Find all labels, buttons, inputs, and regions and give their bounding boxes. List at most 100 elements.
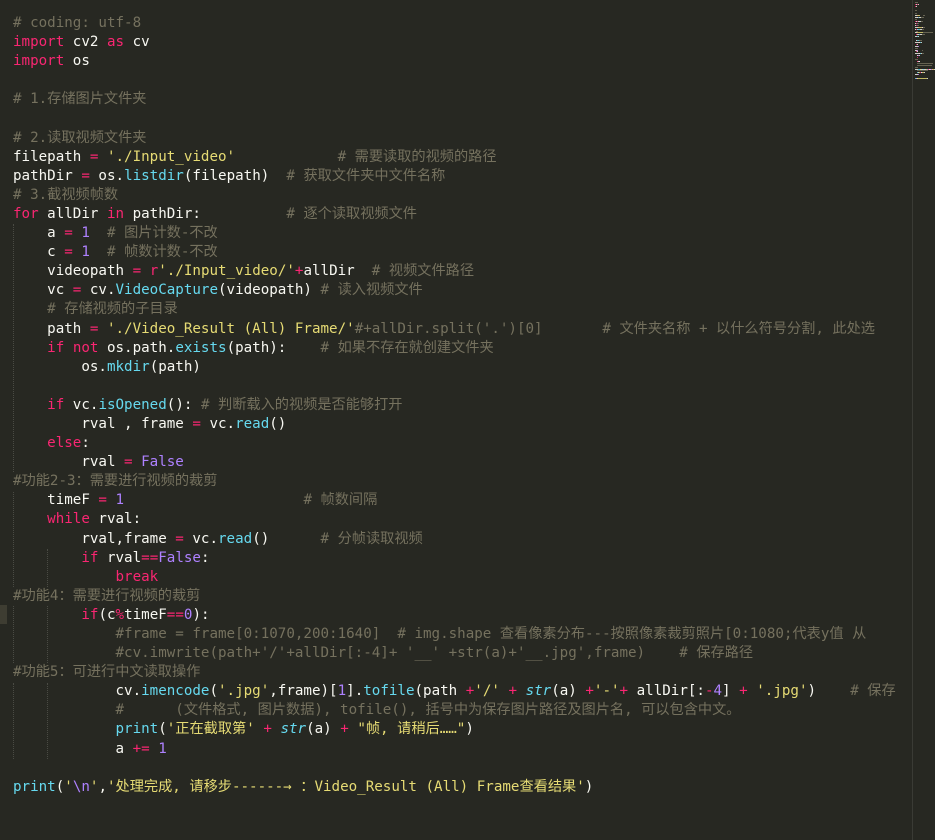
code-token: : [81,435,90,452]
code-token: allDir [303,263,372,280]
code-line[interactable]: else: [13,434,912,453]
code-line[interactable]: if rval==False: [13,549,912,568]
code-token: + [508,683,518,700]
minimap-token [915,30,918,32]
code-line[interactable]: rval,frame = vc.read() # 分帧读取视频 [13,530,912,549]
code-token: rval: [89,511,142,528]
code-area[interactable]: # coding: utf-8 import cv2 as cv import os… [13,14,912,797]
code-token: else [47,435,82,452]
code-token: + [619,683,629,700]
code-line[interactable]: if not os.path.exists(path): # 如果不存在就创建文… [13,339,912,358]
code-token: os.path. [98,339,176,356]
code-line[interactable]: # 1.存储图片文件夹 [13,90,912,109]
code-line[interactable]: #功能2-3：需要进行视频的裁剪 [13,472,912,491]
code-line[interactable]: for allDir in pathDir: # 逐个读取视频文件 [13,205,912,224]
code-token: 1 [81,225,90,242]
minimap-token [918,36,920,38]
code-line[interactable]: vc = cv.VideoCapture(videopath) # 读入视频文件 [13,281,912,300]
code-line[interactable]: pathDir = os.listdir(filepath) # 获取文件夹中文… [13,167,912,186]
code-line[interactable]: ​ [13,759,912,778]
minimap-token [922,15,925,17]
code-line[interactable]: ​ [13,71,912,90]
code-token: #功能5：可进行中文读取操作 [13,664,201,681]
code-token: str [525,683,552,700]
code-line[interactable]: # coding: utf-8 [13,14,912,33]
minimap-token [921,49,923,51]
code-line[interactable]: import os [13,52,912,71]
code-token: ) [465,721,474,738]
code-token: = [132,263,142,280]
code-token: '处理完成, 请移步------→ ：Video_Result (All) Fr… [107,778,585,795]
code-line[interactable]: #frame = frame[0:1070,200:1640] # img.sh… [13,625,912,644]
code-token: rval , frame [13,415,193,432]
code-line[interactable]: while rval: [13,510,912,529]
code-line[interactable]: #cv.imwrite(path+'/'+allDir[:-4]+ '__' +… [13,644,912,663]
code-line[interactable]: if(c%timeF==0): [13,606,912,625]
code-line[interactable]: rval , frame = vc.read() [13,415,912,434]
code-line[interactable]: filepath = './Input_video' # 需要读取的视频的路径 [13,148,912,167]
minimap[interactable] [913,0,935,840]
code-token: #cv.imwrite(path+'/'+allDir[:-4]+ '__' +… [115,645,754,662]
code-token: os. [13,358,107,375]
code-token: '正在截取第' [166,721,255,738]
code-line[interactable]: #功能5：可进行中文读取操作 [13,663,912,682]
code-token: cv. [81,282,116,299]
code-line[interactable]: c = 1 # 帧数计数-不改 [13,243,912,262]
code-token: ) [584,778,594,795]
code-token: read [218,530,253,547]
minimap-token [915,9,918,11]
code-line[interactable]: os.mkdir(path) [13,358,912,377]
minimap-token [915,47,919,49]
code-line[interactable]: print('\n','处理完成, 请移步------→ ：Video_Resu… [13,778,912,797]
code-line[interactable]: # 2.读取视频文件夹 [13,129,912,148]
code-line[interactable]: print('正在截取第' + str(a) + "帧, 请稍后……") [13,720,912,739]
code-line[interactable]: #功能4：需要进行视频的裁剪 [13,587,912,606]
code-editor[interactable]: # coding: utf-8 import cv2 as cv import os… [0,0,912,840]
code-line[interactable]: timeF = 1 # 帧数间隔 [13,491,912,510]
code-line[interactable]: if vc.isOpened(): # 判断载入的视频是否能够打开 [13,396,912,415]
code-token: # 帧数计数-不改 [106,244,218,261]
code-token: rval [98,549,142,566]
code-token: a [13,225,65,242]
code-token: 1 [337,683,347,700]
code-line[interactable]: cv.imencode('.jpg',frame)[1].tofile(path… [13,682,912,701]
code-token: cv [124,34,150,51]
code-token: ( [55,778,65,795]
code-token: % [115,606,125,623]
minimap-token [917,15,921,17]
code-line[interactable]: break [13,568,912,587]
code-line[interactable]: a = 1 # 图片计数-不改 [13,224,912,243]
code-line[interactable]: rval = False [13,453,912,472]
minimap-token [916,51,918,53]
minimap-token [917,3,919,5]
code-line[interactable]: a += 1 [13,740,912,759]
code-token: mkdir [106,358,150,375]
code-token: imencode [141,683,210,700]
code-token: # 判断载入的视频是否能够打开 [200,396,403,413]
code-line[interactable]: # 存储视频的子目录 [13,300,912,319]
code-line[interactable]: import cv2 as cv [13,33,912,52]
code-token: print [13,778,56,795]
minimap-token [915,59,918,60]
code-token: './Video_Result (All) Frame/' [106,320,355,337]
code-token: # 需要读取的视频的路径 [337,148,497,165]
minimap-token [915,2,918,3]
code-token: timeF [124,606,167,623]
code-line[interactable]: path = './Video_Result (All) Frame/'#+al… [13,320,912,339]
code-line[interactable]: ​ [13,377,912,396]
code-line[interactable]: videopath = r'./Input_video/'+allDir # 视… [13,262,912,281]
code-line[interactable]: ​ [13,109,912,128]
minimap-token [921,21,924,22]
minimap-token [917,57,919,59]
minimap-token [915,13,918,15]
code-line[interactable]: # 3.截视频帧数 [13,186,912,205]
code-token: tofile [363,683,415,700]
code-line[interactable]: # (文件格式, 图片数据), tofile(), 括号中为保存图片路径及图片名… [13,701,912,720]
